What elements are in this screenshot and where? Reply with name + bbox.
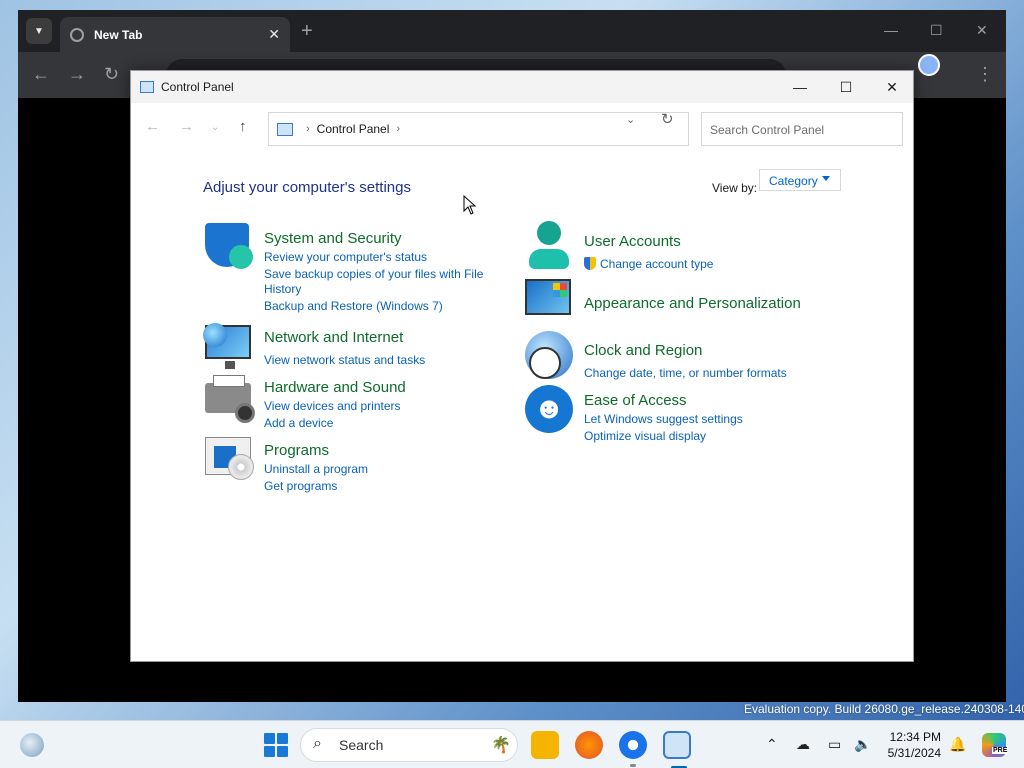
view-by-value[interactable]: Category [769,174,818,188]
taskbar-search-label: Search [339,737,384,753]
forward-icon[interactable]: → [68,64,86,85]
page-title: Adjust your computer's settings [203,179,411,196]
link-review-status[interactable]: Review your computer's status [264,250,427,264]
file-explorer-icon[interactable] [531,731,559,759]
link-get-programs[interactable]: Get programs [264,479,337,493]
search-icon: ⌕ [313,735,322,752]
window-title: Control Panel [161,80,234,94]
maximize-icon[interactable]: ☐ [930,22,943,39]
clock-globe-icon[interactable] [525,331,573,379]
minimize-icon[interactable]: — [777,71,823,103]
accessibility-icon[interactable]: ☻ [525,385,573,433]
refresh-icon[interactable]: ↻ [661,110,674,128]
link-change-account-type-label: Change account type [600,257,714,271]
back-icon[interactable]: ← [32,64,50,85]
evaluation-watermark: Evaluation copy. Build 26080.ge_release.… [744,702,1024,716]
new-tab-button[interactable]: + [301,20,313,43]
category-appearance-personalization[interactable]: Appearance and Personalization [584,295,801,312]
time: 12:34 PM [889,730,941,744]
widgets-icon[interactable] [20,733,44,757]
category-ease-of-access[interactable]: Ease of Access [584,392,687,409]
control-panel-window: Control Panel — ☐ ✕ ← → ⌄ ↑ › Control Pa… [130,70,914,662]
navigation-bar: ← → ⌄ ↑ › Control Panel › ⌄ ↻ Search Con… [131,103,913,153]
close-icon[interactable]: ✕ [869,71,915,103]
copilot-badge: PRE [992,747,1009,754]
forward-icon[interactable]: → [179,118,194,135]
start-button[interactable] [264,733,288,757]
view-by-label: View by: [712,181,758,195]
link-suggest-settings[interactable]: Let Windows suggest settings [584,412,743,426]
browser-tab-bar: ▼ New Tab ✕ + — ☐ ✕ [18,10,1006,52]
show-hidden-icons-icon[interactable]: ⌃ [766,736,778,753]
category-system-security[interactable]: System and Security [264,230,402,247]
dropdown-arrow-icon [822,176,830,181]
tab-title: New Tab [94,27,143,42]
reload-icon[interactable]: ↻ [104,64,119,85]
minimize-icon[interactable]: — [884,22,898,38]
taskbar: ⌕ Search 🌴 ⌃ ☁ ▭ 🔈 12:34 PM 5/31/2024 🔔 … [0,720,1024,768]
search-highlight-icon: 🌴 [491,737,511,754]
link-change-account-type[interactable]: Change account type [584,257,713,271]
security-shield-icon[interactable] [205,223,253,271]
link-devices-printers[interactable]: View devices and printers [264,399,401,413]
copilot-icon[interactable]: PRE [982,733,1009,757]
control-panel-taskbar-icon[interactable] [663,731,691,768]
network-globe-icon[interactable] [203,323,253,373]
close-icon[interactable]: ✕ [976,22,988,39]
breadcrumb-chevron-icon[interactable]: › [306,123,310,135]
view-by-dropdown[interactable]: Category [759,169,841,191]
category-clock-region[interactable]: Clock and Region [584,342,702,359]
up-icon[interactable]: ↑ [239,118,247,135]
taskbar-search[interactable]: ⌕ Search 🌴 [300,728,518,762]
content-area: Adjust your computer's settings View by:… [131,153,913,663]
uac-shield-icon [584,257,596,270]
link-network-status[interactable]: View network status and tasks [264,353,425,367]
link-uninstall-program[interactable]: Uninstall a program [264,462,368,476]
date: 5/31/2024 [887,746,941,760]
category-network-internet[interactable]: Network and Internet [264,329,403,346]
link-backup-restore[interactable]: Backup and Restore (Windows 7) [264,299,443,313]
printer-speaker-icon[interactable] [205,375,255,423]
sound-icon[interactable]: 🔈 [854,736,871,753]
display-icon[interactable]: ▭ [828,736,841,753]
link-optimize-display[interactable]: Optimize visual display [584,429,706,443]
appearance-monitor-icon[interactable] [525,279,573,327]
tab-search-dropdown-icon[interactable]: ▼ [26,18,52,44]
chevron-down-icon[interactable]: ⌄ [626,113,635,126]
system-clock[interactable]: 12:34 PM 5/31/2024 [885,729,941,761]
notifications-icon[interactable]: 🔔 [949,736,966,753]
category-user-accounts[interactable]: User Accounts [584,233,681,250]
maximize-icon[interactable]: ☐ [823,71,869,103]
desktop-icons [0,0,20,720]
globe-icon [70,27,84,42]
link-add-device[interactable]: Add a device [264,416,333,430]
profile-avatar-icon[interactable] [918,54,940,76]
control-panel-icon [277,122,293,136]
breadcrumb-chevron-icon[interactable]: › [396,123,400,135]
back-icon[interactable]: ← [145,118,160,135]
chrome-icon[interactable] [619,731,647,767]
link-date-time-formats[interactable]: Change date, time, or number formats [584,366,787,380]
menu-icon[interactable]: ⋮ [976,64,994,85]
programs-disc-icon[interactable] [205,437,254,485]
user-icon[interactable] [525,221,573,269]
firefox-icon[interactable] [575,731,603,759]
category-programs[interactable]: Programs [264,442,329,459]
title-bar: Control Panel — ☐ ✕ [131,71,913,103]
link-file-history[interactable]: Save backup copies of your files with Fi… [264,267,483,281]
search-input[interactable]: Search Control Panel [701,112,903,146]
tab-new-tab[interactable]: New Tab ✕ [60,17,290,52]
network-status-icon[interactable]: ☁ [796,736,810,753]
category-hardware-sound[interactable]: Hardware and Sound [264,379,406,396]
control-panel-icon [140,81,154,93]
breadcrumb[interactable]: Control Panel [317,122,390,136]
recent-locations-icon[interactable]: ⌄ [211,122,219,133]
link-file-history-cont[interactable]: History [264,282,301,296]
close-tab-icon[interactable]: ✕ [268,26,280,43]
